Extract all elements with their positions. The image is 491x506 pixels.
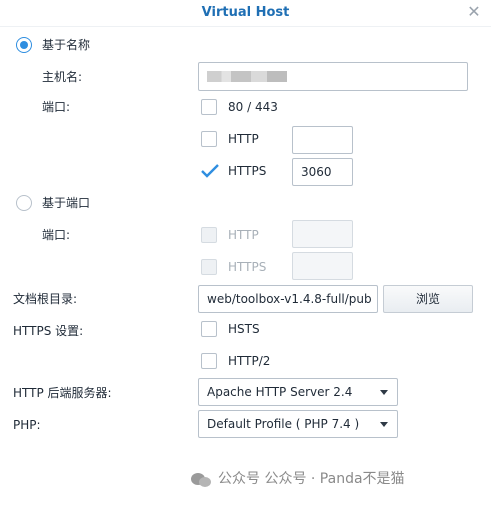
https-settings-label: HTTPS 设置: [13, 324, 84, 338]
php-selected-value: Default Profile ( PHP 7.4 ) [207, 417, 360, 431]
port-80-443-label: 80 / 443 [228, 100, 278, 114]
browse-button[interactable]: 浏览 [383, 285, 473, 313]
radio-port-based[interactable] [16, 195, 32, 211]
checkbox-port-http[interactable] [201, 227, 217, 243]
php-select[interactable]: Default Profile ( PHP 7.4 ) [198, 410, 398, 438]
close-icon[interactable]: ✕ [465, 3, 483, 21]
doc-root-label: 文档根目录: [13, 292, 78, 306]
http-label: HTTP [228, 132, 259, 146]
wechat-icon [191, 473, 211, 487]
php-label: PHP: [13, 418, 41, 432]
port-http-input[interactable] [292, 220, 353, 248]
http-port-input[interactable] [292, 126, 353, 154]
port-https-input[interactable] [292, 252, 353, 280]
https-label: HTTPS [228, 164, 267, 178]
http2-label: HTTP/2 [228, 354, 271, 368]
checkbox-hsts[interactable] [201, 321, 217, 337]
checkbox-port-https[interactable] [201, 259, 217, 275]
hsts-label: HSTS [228, 322, 260, 336]
checkbox-https[interactable] [201, 163, 219, 179]
dialog-title: Virtual Host [0, 0, 491, 27]
backend-label: HTTP 后端服务器: [13, 386, 112, 400]
radio-name-based[interactable] [16, 37, 32, 53]
checkbox-http[interactable] [201, 131, 217, 147]
backend-selected-value: Apache HTTP Server 2.4 [207, 385, 353, 399]
hostname-input[interactable] [198, 62, 468, 91]
chevron-down-icon [380, 422, 388, 427]
https-port-input[interactable]: 3060 [292, 158, 353, 186]
hostname-label: 主机名: [42, 70, 83, 84]
port-based-label: 基于端口 [42, 196, 91, 210]
checkmark-icon [201, 164, 219, 178]
redacted-hostname [207, 71, 287, 82]
watermark-text: 公众号 公众号 · Panda不是猫 [218, 471, 405, 487]
doc-root-input[interactable]: web/toolbox-v1.4.8-full/pub [198, 285, 378, 313]
checkbox-80-443[interactable] [201, 99, 217, 115]
port-https-label: HTTPS [228, 260, 267, 274]
port-label: 端口: [42, 100, 71, 114]
name-based-label: 基于名称 [42, 38, 91, 52]
checkbox-http2[interactable] [201, 353, 217, 369]
backend-select[interactable]: Apache HTTP Server 2.4 [198, 378, 398, 406]
port-based-port-label: 端口: [42, 228, 71, 242]
port-http-label: HTTP [228, 228, 259, 242]
chevron-down-icon [380, 390, 388, 395]
